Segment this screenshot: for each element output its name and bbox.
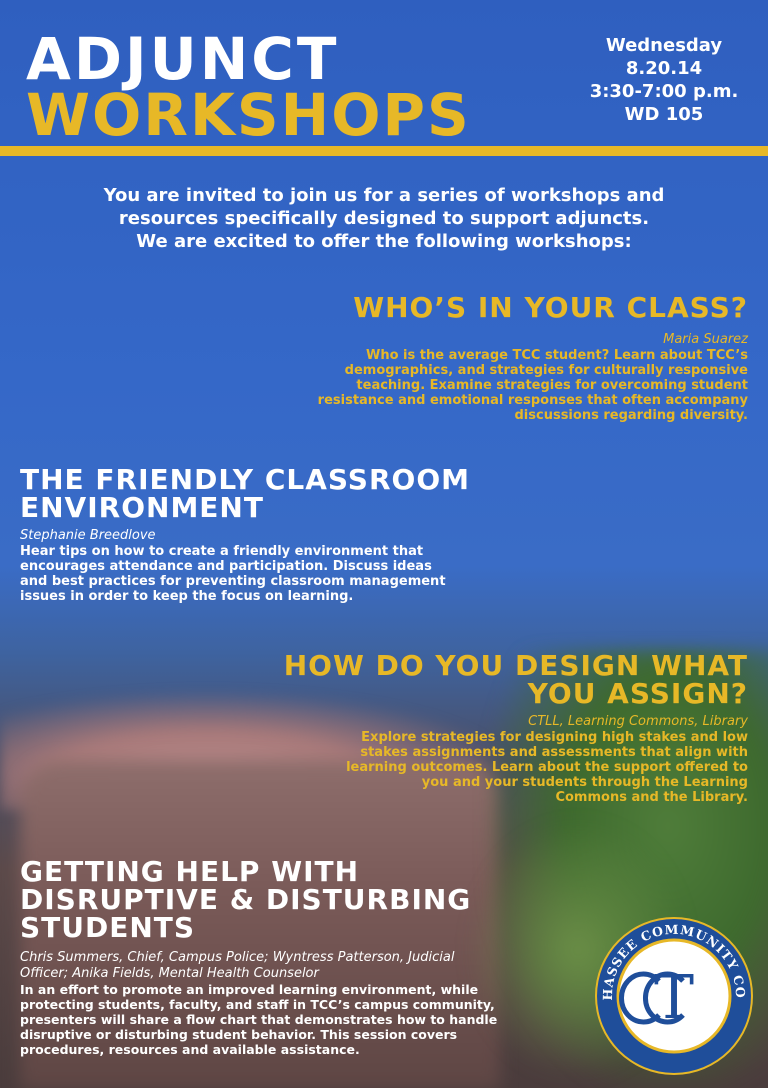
workshop-title: HOW DO YOU DESIGN WHAT YOU ASSIGN? [128, 652, 748, 708]
workshop-description-line: discussions regarding diversity. [514, 408, 749, 423]
workshop-description-line: learning outcomes. Learn about the suppo… [346, 760, 748, 775]
workshop-presenter: Maria Suarez [148, 332, 748, 348]
workshop-title-line: HOW DO YOU DESIGN WHAT [283, 649, 748, 682]
workshop-title-line: ENVIRONMENT [20, 491, 264, 524]
title-workshops: WORKSHOPS [26, 81, 471, 149]
workshop-presenter-line: Officer; Anika Fields, Mental Health Cou… [20, 966, 319, 981]
workshop-presenter: Stephanie Breedlove [20, 528, 640, 544]
workshop-description-line: teaching. Examine strategies for overcom… [356, 378, 748, 393]
workshop-description-line: demographics, and strategies for cultura… [344, 363, 748, 378]
college-seal-logo: TALLAHASSEE COMMUNITY COLLEGE Founded 19… [593, 915, 753, 1075]
workshop-description-line: stakes assignments and assessments that … [360, 745, 748, 760]
event-date: 8.20.14 [625, 58, 703, 79]
workshop-title-line: THE FRIENDLY CLASSROOM [20, 463, 470, 496]
workshop-title: GETTING HELP WITH DISRUPTIVE & DISTURBIN… [20, 858, 580, 942]
workshop-presenter-line: Chris Summers, Chief, Campus Police; Wyn… [20, 950, 455, 965]
workshop-title-line: YOU ASSIGN? [527, 677, 748, 710]
workshop-description-line: Explore strategies for designing high st… [361, 730, 748, 745]
workshop-description-line: In an effort to promote an improved lear… [20, 982, 479, 997]
event-day: Wednesday [605, 35, 723, 56]
event-room: WD 105 [624, 104, 704, 125]
workshop-description: In an effort to promote an improved lear… [20, 982, 580, 1057]
event-info: Wednesday 8.20.14 3:30-7:00 p.m. WD 105 [584, 34, 744, 126]
intro-line: We are excited to offer the following wo… [136, 231, 632, 252]
workshop-description-line: issues in order to keep the focus on lea… [20, 589, 354, 604]
workshop-description-line: disruptive or disturbing student behavio… [20, 1027, 458, 1042]
workshop-presenter: CTLL, Learning Commons, Library [128, 714, 748, 730]
workshop-title: WHO’S IN YOUR CLASS? [148, 294, 748, 322]
workshop-description-line: Commons and the Library. [555, 790, 748, 805]
workshop-description-line: Who is the average TCC student? Learn ab… [366, 348, 748, 363]
workshop-presenter: Chris Summers, Chief, Campus Police; Wyn… [20, 950, 580, 982]
workshop-title-line: DISRUPTIVE & DISTURBING [20, 883, 472, 916]
workshop-description-line: and best practices for preventing classr… [20, 574, 446, 589]
workshop-description-line: Hear tips on how to create a friendly en… [20, 544, 424, 559]
workshop-title-line: WHO’S IN YOUR CLASS? [353, 291, 748, 324]
workshop-description-line: procedures, resources and available assi… [20, 1042, 360, 1057]
workshop-description: Explore strategies for designing high st… [128, 730, 748, 805]
workshop-disruptive-students: GETTING HELP WITH DISRUPTIVE & DISTURBIN… [20, 858, 580, 1058]
workshop-title-line: STUDENTS [20, 911, 196, 944]
event-time: 3:30-7:00 p.m. [589, 81, 739, 102]
intro-text: You are invited to join us for a series … [30, 184, 738, 253]
workshop-description-line: presenters will share a flow chart that … [20, 1012, 498, 1027]
workshop-design-what-you-assign: HOW DO YOU DESIGN WHAT YOU ASSIGN? CTLL,… [128, 652, 748, 806]
workshop-description: Who is the average TCC student? Learn ab… [148, 348, 748, 423]
workshop-presenter-line: Stephanie Breedlove [20, 528, 156, 543]
workshop-title-line: GETTING HELP WITH [20, 855, 360, 888]
workshop-description-line: encourages attendance and participation.… [20, 559, 432, 574]
workshop-presenter-line: Maria Suarez [663, 332, 748, 347]
workshop-description-line: you and your students through the Learni… [421, 775, 748, 790]
title-underline-bar [0, 146, 768, 156]
workshop-title: THE FRIENDLY CLASSROOM ENVIRONMENT [20, 466, 640, 522]
workshop-presenter-line: CTLL, Learning Commons, Library [528, 714, 748, 729]
intro-line: You are invited to join us for a series … [103, 185, 665, 206]
workshop-description-line: protecting students, faculty, and staff … [20, 997, 495, 1012]
workshop-description-line: resistance and emotional responses that … [317, 393, 748, 408]
intro-line: resources specifically designed to suppo… [118, 208, 650, 229]
workshop-friendly-classroom: THE FRIENDLY CLASSROOM ENVIRONMENT Steph… [20, 466, 640, 605]
workshop-whos-in-your-class: WHO’S IN YOUR CLASS? Maria Suarez Who is… [148, 294, 748, 424]
title-adjunct: ADJUNCT [26, 25, 340, 93]
workshop-flyer: ADJUNCT WORKSHOPS Wednesday 8.20.14 3:30… [0, 0, 768, 1088]
workshop-description: Hear tips on how to create a friendly en… [20, 544, 640, 604]
